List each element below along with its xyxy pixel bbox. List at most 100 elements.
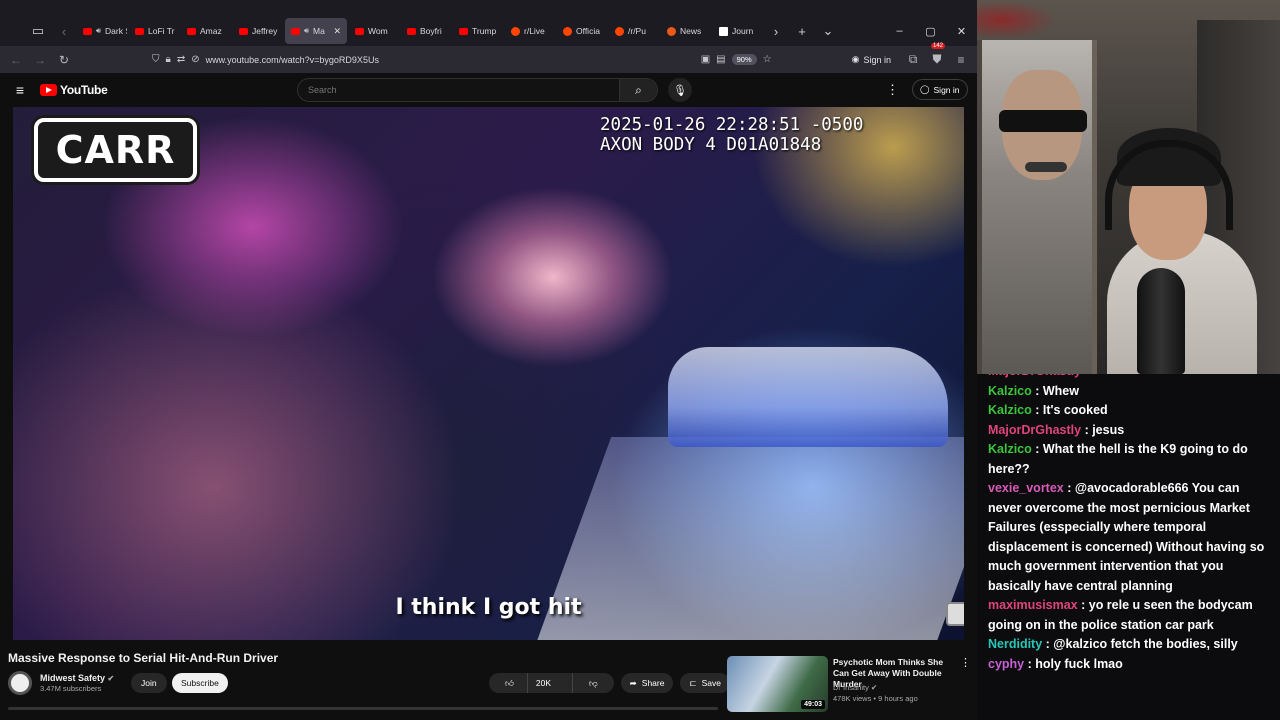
speaker-icon[interactable]: 🔊︎ [96, 26, 101, 36]
youtube-play-icon [40, 84, 57, 96]
tab-label: Journ [732, 26, 754, 36]
chat-separator: : [1024, 656, 1036, 671]
subscribe-button[interactable]: Subscribe [172, 673, 228, 693]
recommended-stats: 478K views • 9 hours ago [833, 694, 918, 703]
youtube-icon [239, 27, 248, 35]
horizontal-scrollbar[interactable] [8, 707, 718, 710]
list-tabs-icon[interactable]: ⌄ [815, 18, 841, 44]
app-menu-icon[interactable]: ≡ [949, 49, 973, 71]
chat-username[interactable]: MajorDrGhastly [988, 423, 1081, 437]
forward-icon[interactable]: → [28, 49, 52, 71]
voice-search-button[interactable]: 🎙︎ [668, 78, 692, 102]
browser-tab[interactable]: Wom [349, 18, 399, 44]
youtube-icon [355, 27, 364, 35]
window-controls: – ▢ ✕ [884, 25, 977, 38]
reload-icon[interactable]: ↻ [52, 49, 76, 71]
chat-username[interactable]: Kalzico [988, 384, 1032, 398]
new-tab-icon[interactable]: + [789, 18, 815, 44]
channel-name[interactable]: Midwest Safety ✔ [40, 673, 114, 683]
journal-icon [719, 26, 728, 36]
thumbs-down-icon: 👎︎ [589, 677, 598, 688]
tab-overview-icon[interactable]: ▭ [25, 18, 51, 44]
chat-separator: : [1081, 422, 1093, 437]
reader-view-icon[interactable]: ▤ [716, 54, 725, 65]
video-subtitle: I think I got hit [395, 595, 582, 620]
guide-menu-icon[interactable]: ≡ [0, 82, 40, 98]
minimize-icon[interactable]: – [884, 25, 915, 38]
url-text[interactable]: www.youtube.com/watch?v=bygoRD9X5Us [206, 55, 695, 65]
youtube-header: ≡ YouTube ⌕ 🎙︎ ⋮ ◯ Sign in [0, 73, 977, 107]
bookmark-star-icon[interactable]: ☆ [763, 54, 772, 65]
tab-label: Trump [472, 26, 497, 36]
chat-message: Kalzico : What the hell is the K9 going … [988, 440, 1276, 479]
scroll-tabs-left-icon[interactable]: ‹ [51, 18, 77, 44]
scroll-tabs-right-icon[interactable]: › [763, 18, 789, 44]
settings-kebab-icon[interactable]: ⋮ [886, 82, 899, 98]
browser-tab[interactable]: Jeffrey [233, 18, 283, 44]
browser-tab[interactable]: Amaz [181, 18, 231, 44]
browser-tab[interactable]: r/Live [505, 18, 555, 44]
channel-avatar[interactable] [8, 671, 32, 695]
video-player[interactable]: CARR 2025-01-26 22:28:51 -0500 AXON BODY… [13, 107, 964, 640]
youtube-signin-button[interactable]: ◯ Sign in [912, 79, 968, 100]
microphone [1137, 268, 1185, 374]
tab-label: Jeffrey [252, 26, 278, 36]
save-button[interactable]: ⊏ Save [680, 673, 730, 693]
permissions-icon[interactable]: ⇄ [177, 54, 185, 65]
recommended-channel[interactable]: Dr Insanity ✔ [833, 683, 877, 692]
chat-message: Kalzico : It's cooked [988, 401, 1276, 421]
browser-tab[interactable]: Journ [713, 18, 763, 44]
dislike-button[interactable]: 👎︎ [572, 673, 614, 693]
url-bar[interactable]: ⛉ 🔒︎ ⇄ ⊘ www.youtube.com/watch?v=bygoRD9… [152, 49, 852, 71]
video-actions: 👍︎20K 👎︎ ➦ Share ⊏ Save ⋯ [489, 673, 757, 693]
chat-username[interactable]: Nerdidity [988, 637, 1042, 651]
chat-username[interactable]: Kalzico [988, 403, 1032, 417]
browser-tab[interactable]: Officia [557, 18, 607, 44]
recommended-thumbnail[interactable]: 49:03 [727, 656, 828, 712]
firefox-account-button[interactable]: ◉ Sign in [852, 54, 891, 65]
browser-tab[interactable]: Boyfri [401, 18, 451, 44]
chat-username[interactable]: maximusismax [988, 598, 1078, 612]
channel-watermark-icon[interactable] [946, 602, 964, 626]
recommended-video[interactable]: 49:03 Psychotic Mom Thinks She Can Get A… [727, 656, 972, 712]
browser-tab[interactable]: 🔊︎ Dark S [77, 18, 127, 44]
maximize-icon[interactable]: ▢ [915, 25, 946, 38]
webcam-wall-decor [977, 0, 1057, 40]
close-tab-icon[interactable]: ✕ [333, 26, 341, 37]
youtube-logo[interactable]: YouTube [40, 83, 108, 97]
join-button[interactable]: Join [131, 673, 167, 693]
autoplay-blocked-icon[interactable]: ⊘ [191, 54, 199, 65]
browser-tab[interactable]: News [661, 18, 711, 44]
browser-tab[interactable]: /r/Pu [609, 18, 659, 44]
chat-username[interactable]: cyphy [988, 657, 1024, 671]
shield-icon[interactable]: ⛉ [152, 54, 160, 65]
microphone-icon: 🎙︎ [673, 84, 687, 97]
chat-username[interactable]: Kalzico [988, 442, 1032, 456]
speaker-icon[interactable]: 🔊︎ [304, 26, 309, 36]
browser-tab[interactable]: Trump [453, 18, 503, 44]
ublock-icon[interactable]: ⛊ 142 [925, 42, 949, 71]
chat-username[interactable]: vexie_vortex [988, 481, 1064, 495]
tab-label: Dark S [105, 26, 127, 36]
picture-in-picture-icon[interactable]: ▣ [701, 54, 710, 65]
chat-username[interactable]: MajorDrGhastly [988, 374, 1081, 378]
back-icon[interactable]: ← [4, 49, 28, 71]
youtube-signin-label: Sign in [933, 84, 960, 95]
recommended-duration: 49:03 [801, 700, 825, 709]
search-input[interactable] [298, 85, 619, 95]
streamer-webcam [977, 0, 1280, 374]
lock-icon[interactable]: 🔒︎ [166, 54, 171, 65]
browser-tab[interactable]: LoFi Tr [129, 18, 179, 44]
channel-meta: Midwest Safety ✔ 3.47M subscribers [40, 673, 114, 693]
close-window-icon[interactable]: ✕ [946, 25, 977, 38]
share-button[interactable]: ➦ Share [620, 673, 674, 693]
browser-tab[interactable]: 🔊︎ Ma ✕ [285, 18, 347, 44]
search-button[interactable]: ⌕ [619, 79, 657, 101]
zoom-level[interactable]: 90% [731, 54, 757, 65]
channel-row: Midwest Safety ✔ 3.47M subscribers [8, 671, 114, 695]
reddit-icon [615, 26, 624, 36]
recommended-menu-icon[interactable]: ⋮ [960, 656, 971, 669]
like-button[interactable]: 👍︎ 20K [489, 673, 567, 693]
extensions-icon[interactable]: ⧉ [901, 49, 925, 71]
poster-glasses [999, 110, 1087, 132]
